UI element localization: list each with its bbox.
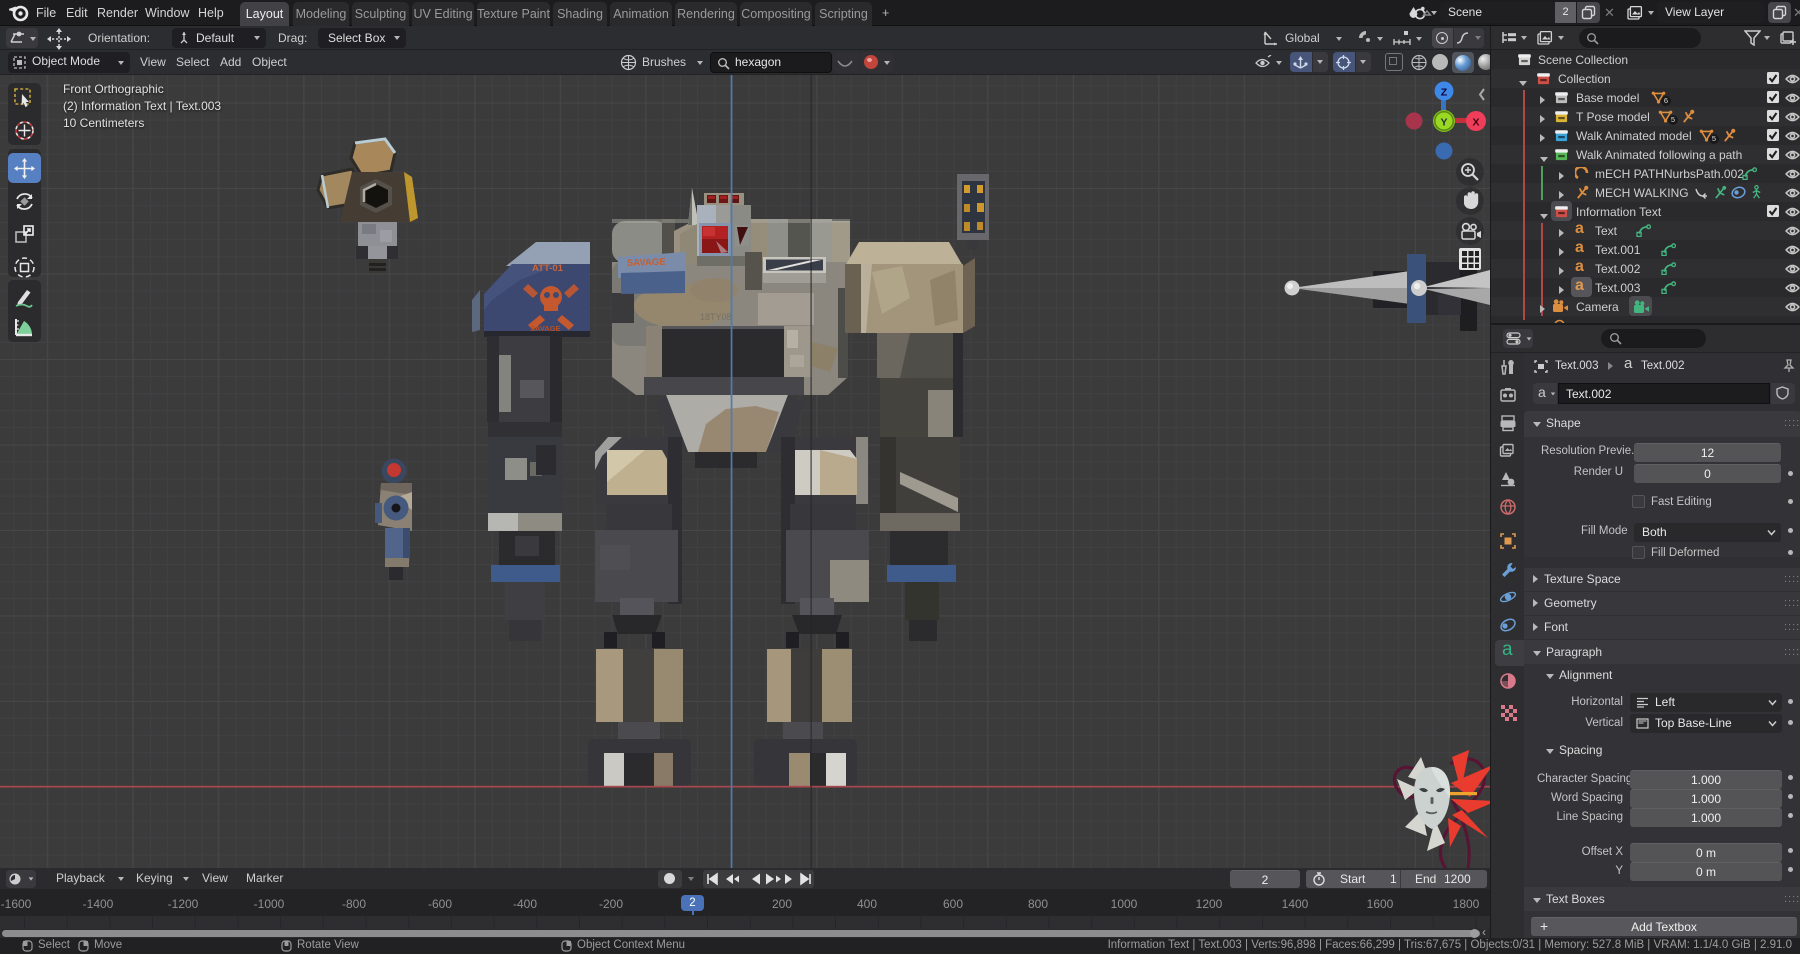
svg-text:X: X: [1472, 117, 1479, 129]
svg-text:SAVAGE: SAVAGE: [627, 257, 666, 269]
svg-text:Z: Z: [1441, 87, 1448, 99]
svg-text:Y: Y: [1440, 117, 1447, 129]
svg-text:18TY08: 18TY08: [700, 312, 732, 322]
svg-text:ATT-01: ATT-01: [532, 263, 564, 274]
